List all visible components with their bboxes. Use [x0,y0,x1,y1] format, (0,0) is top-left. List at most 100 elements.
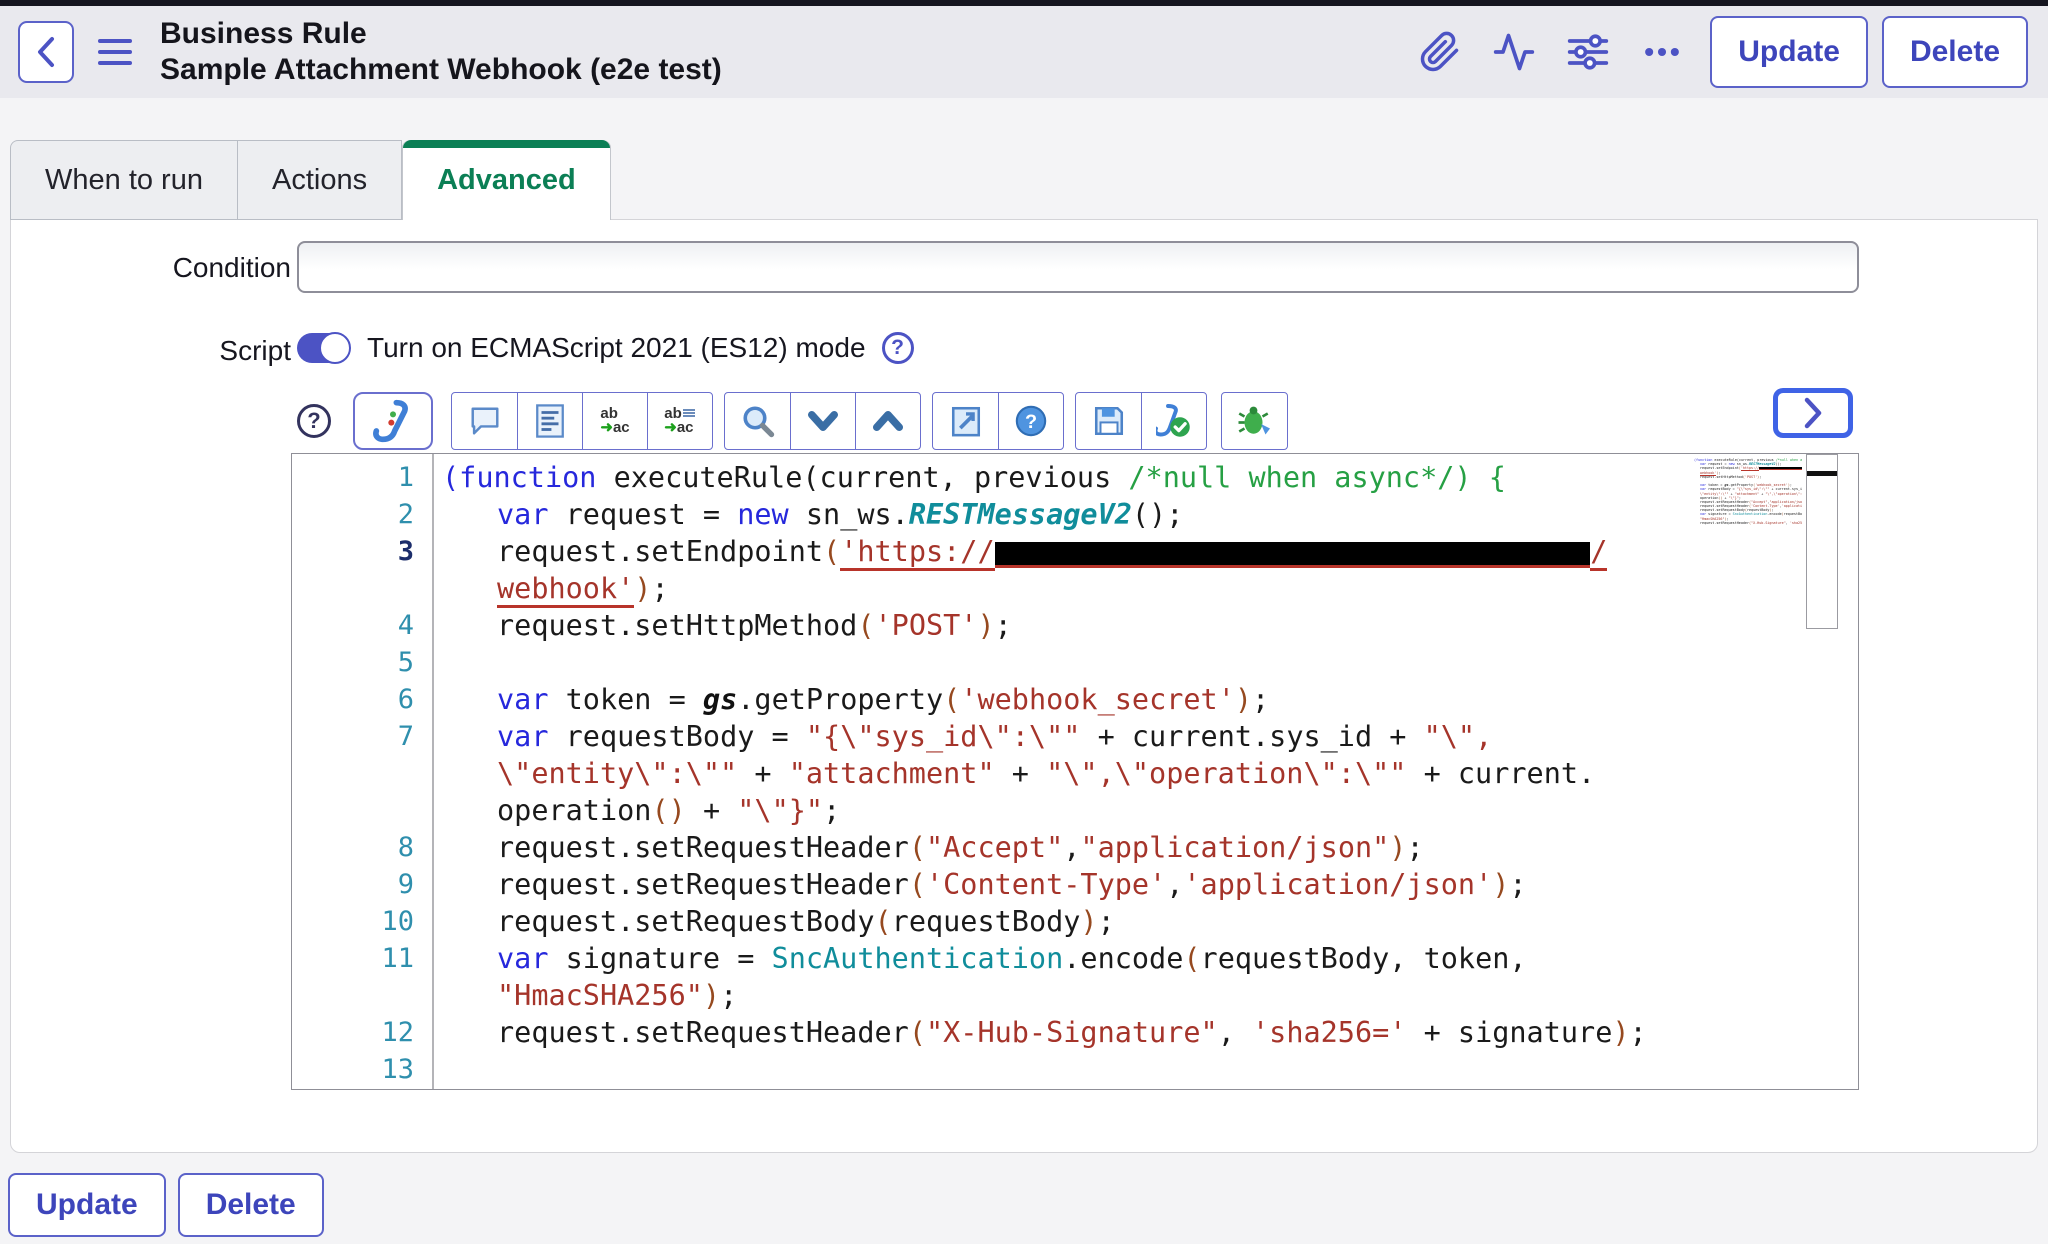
syntax-check-button[interactable] [1141,393,1206,449]
ecmascript-mode-toggle[interactable] [297,333,349,363]
code-token: 'webhook_secret' [960,683,1235,716]
code-row[interactable]: 6var token = gs.getProperty('webhook_sec… [292,681,1858,718]
code-token: "attachment" [789,757,995,790]
code-token: ; [651,572,668,605]
code-minimap[interactable]: (function executeRule(current, previous … [1692,458,1802,544]
es-mode-toggle-row: Turn on ECMAScript 2021 (ES12) mode ? [297,328,914,368]
open-in-new-window-button[interactable] [933,393,998,449]
code-token: 'POST' [1745,475,1757,479]
code-token: 'sha256=' [1252,1016,1406,1049]
code-row[interactable]: 1(function executeRule(current, previous… [292,459,1858,496]
code-row[interactable]: operation() + "\"}"; [292,792,1858,829]
debug-button[interactable] [1222,393,1287,449]
code-row[interactable]: "HmacSHA256"); [292,977,1858,1014]
code-token: request.setEndpoint [497,535,823,568]
replace-all-button[interactable]: ab ➜ac [647,393,712,449]
find-button[interactable] [725,393,790,449]
code-token: requestBody, token, [1201,942,1527,975]
code-token: 'application/json' [1782,504,1802,508]
code-area[interactable]: 1(function executeRule(current, previous… [292,459,1858,1088]
code-token: + current.sys_id + [1080,720,1423,753]
code-token: ( [442,461,459,494]
code-token: / [1590,535,1607,571]
save-script-button[interactable] [1076,393,1141,449]
code-token: \"entity\":\"" [497,757,737,790]
document-lines-icon [535,404,565,438]
bug-icon [1237,403,1273,439]
code-token: + signature [1406,1016,1612,1049]
find-next-button[interactable] [790,393,855,449]
condition-input[interactable] [297,241,1859,293]
update-button-header[interactable]: Update [1710,16,1868,88]
code-token: + [686,794,737,827]
personalize-form-button[interactable] [1562,26,1614,78]
sliders-icon [1566,30,1610,74]
editor-debug-group [1221,392,1288,450]
code-token: request.setRequestHeader [497,868,909,901]
code-token: request.setRequestHeader [497,831,909,864]
record-header: Business Rule Sample Attachment Webhook … [0,6,2048,98]
code-row[interactable]: 3request.setEndpoint('https:/// [292,533,1858,570]
code-row[interactable]: webhook'); [292,570,1858,607]
attachment-button[interactable] [1414,26,1466,78]
delete-button-footer[interactable]: Delete [178,1173,324,1237]
find-previous-button[interactable] [855,393,920,449]
more-options-button[interactable] [1636,26,1688,78]
ecmascript-help-icon[interactable]: ? [882,332,914,364]
code-token: ; [1759,475,1761,479]
code-token: 'application/json' [1183,868,1492,901]
code-token: ) [1080,905,1097,938]
code-row[interactable]: 7var requestBody = "{\"sys_id\":\"" + cu… [292,718,1858,755]
code-token: , [1063,831,1080,864]
form-footer-actions: Update Delete [8,1173,336,1237]
comment-bubble-icon [468,406,502,436]
code-row[interactable]: 5 [292,644,1858,681]
code-row[interactable]: 13 [292,1051,1858,1088]
line-number: 8 [292,829,414,866]
line-number: 12 [292,1014,414,1051]
editor-find-group [724,392,921,450]
code-row[interactable]: 9request.setRequestHeader('Content-Type'… [292,866,1858,903]
update-button-footer[interactable]: Update [8,1173,166,1237]
format-code-button[interactable] [517,393,582,449]
editor-help-button[interactable]: ? [998,393,1063,449]
code-row[interactable]: \"entity\":\"" + "attachment" + "\",\"op… [292,755,1858,792]
code-token: requestBody, token, [1784,512,1802,516]
code-token: var [497,498,548,531]
tab-actions[interactable]: Actions [237,140,402,220]
code-token: "X-Hub-Signature" [926,1016,1218,1049]
minimap-scroll-marker[interactable] [1807,471,1837,476]
back-button[interactable] [18,21,74,83]
code-token: ( [909,868,926,901]
tab-advanced[interactable]: Advanced [402,140,611,220]
script-code-editor[interactable]: 1(function executeRule(current, previous… [291,453,1859,1090]
code-token: ) [703,979,720,1012]
code-row[interactable]: 2var request = new sn_ws.RESTMessageV2()… [292,496,1858,533]
activity-stream-button[interactable] [1488,26,1540,78]
toggle-comment-button[interactable] [452,393,517,449]
delete-button-header[interactable]: Delete [1882,16,2028,88]
code-token: ; [1630,1016,1647,1049]
code-token: "X-Hub-Signature" [1751,521,1786,525]
code-row[interactable]: 8request.setRequestHeader("Accept","appl… [292,829,1858,866]
code-token: ( [909,831,926,864]
chevron-left-icon [35,35,57,69]
tab-when-to-run[interactable]: When to run [10,140,237,220]
code-token: ( [651,794,668,827]
context-menu-icon[interactable] [98,39,132,65]
code-row[interactable]: 4request.setHttpMethod('POST'); [292,607,1858,644]
syntax-highlight-button[interactable] [353,392,433,450]
code-row[interactable]: 10request.setRequestBody(requestBody); [292,903,1858,940]
code-row[interactable]: 12request.setRequestHeader("X-Hub-Signat… [292,1014,1858,1051]
code-token: signature = [548,942,771,975]
code-token: , [1166,868,1183,901]
code-token: sn_ws. [789,498,909,531]
code-row[interactable]: 11var signature = SncAuthentication.enco… [292,940,1858,977]
line-number: 5 [292,644,414,681]
code-token: request.setRequestBody [497,905,875,938]
editor-toolbar-help-icon[interactable]: ? [297,404,331,438]
expand-editor-button[interactable] [1773,388,1853,438]
code-token: RESTMessageV2 [909,498,1132,531]
replace-button[interactable]: ab ➜ac [582,393,647,449]
minimap-scroll-track[interactable] [1806,454,1838,629]
